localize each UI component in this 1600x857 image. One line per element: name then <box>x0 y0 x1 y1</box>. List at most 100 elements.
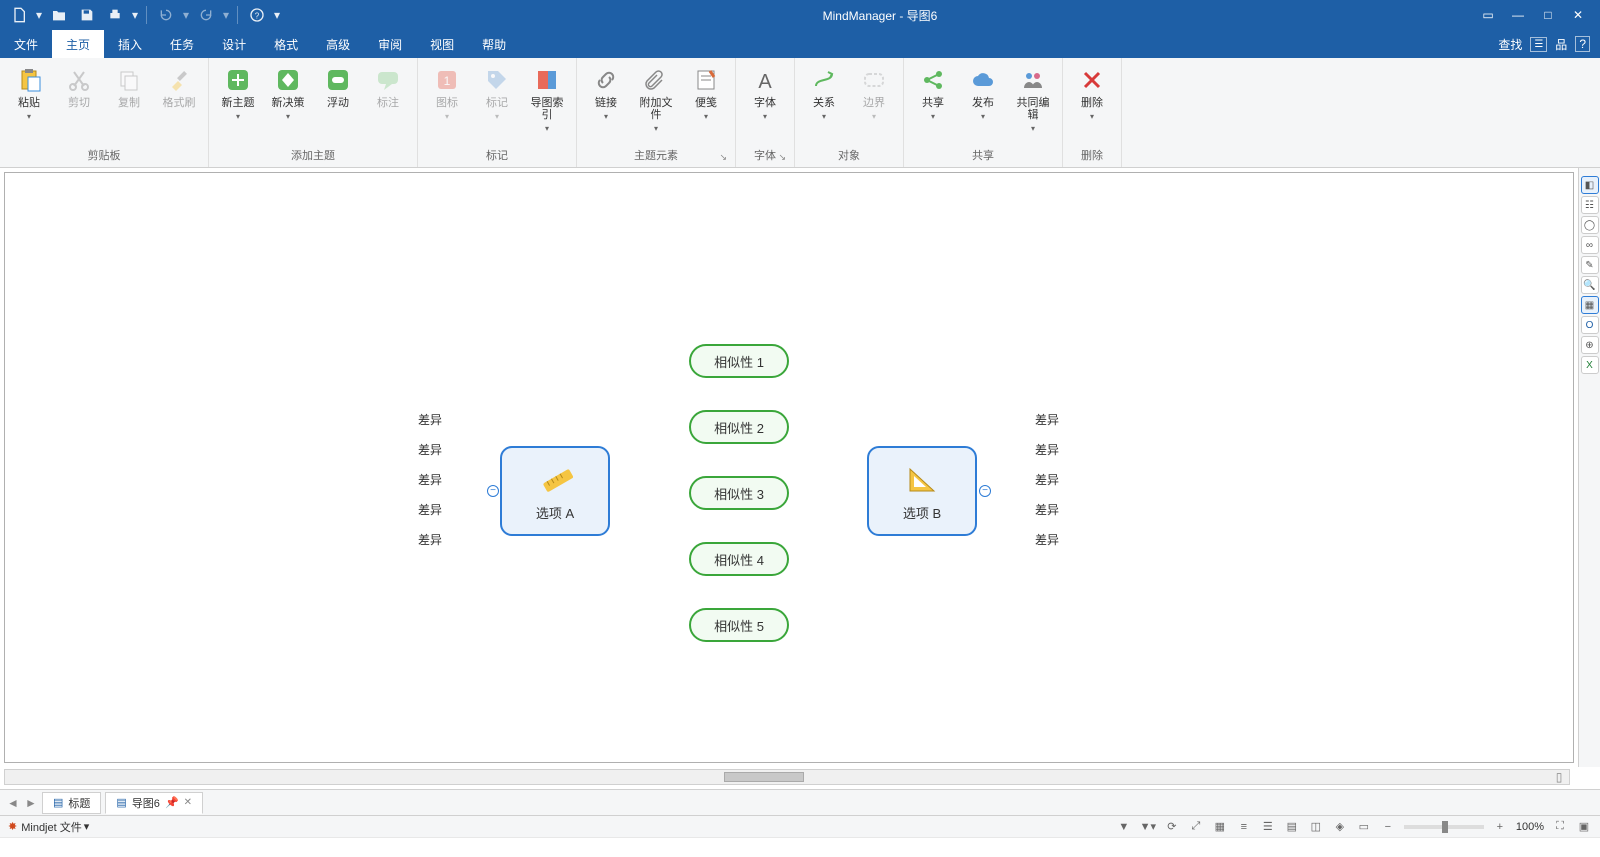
view-presentation-icon[interactable]: ▭ <box>1356 819 1372 835</box>
canvas[interactable]: 选项 A − 选项 B − 相似性 1 相似性 2 相似性 3 相似性 4 相似… <box>4 172 1574 763</box>
tab-nav-prev[interactable]: ◄ <box>6 796 20 810</box>
filter2-icon[interactable]: ▼▾ <box>1140 819 1156 835</box>
panel-icon-search[interactable]: 🔍 <box>1581 276 1599 294</box>
print-button[interactable] <box>102 3 128 27</box>
filter-icon[interactable]: ▼ <box>1116 819 1132 835</box>
ribbon-min-icon[interactable]: ▭ <box>1478 8 1498 22</box>
menu-tab-帮助[interactable]: 帮助 <box>468 30 520 58</box>
panel-icon-calendar[interactable]: ☷ <box>1581 196 1599 214</box>
help-qat-button[interactable]: ? <box>244 3 270 27</box>
menu-tab-视图[interactable]: 视图 <box>416 30 468 58</box>
doc-tab[interactable]: ▤ 导图6 📌 ✕ <box>105 792 203 814</box>
node-similarity[interactable]: 相似性 3 <box>689 476 789 510</box>
hscroll-split-icon[interactable]: ▯ <box>1551 770 1567 784</box>
menu-tab-高级[interactable]: 高级 <box>312 30 364 58</box>
sitemap-icon[interactable]: 品 <box>1555 36 1567 53</box>
node-option-a[interactable]: 选项 A <box>500 446 610 536</box>
redo-button[interactable] <box>193 3 219 27</box>
panel-icon-comments[interactable]: ✎ <box>1581 256 1599 274</box>
node-diff[interactable]: 差异 <box>405 529 455 549</box>
ribbon-btn-链接[interactable]: 链接▾ <box>583 62 629 125</box>
node-similarity[interactable]: 相似性 5 <box>689 608 789 642</box>
menu-tab-审阅[interactable]: 审阅 <box>364 30 416 58</box>
ribbon-btn-导图索引[interactable]: 导图索引▾ <box>524 62 570 137</box>
panel-icon-share[interactable]: ∞ <box>1581 236 1599 254</box>
node-similarity[interactable]: 相似性 1 <box>689 344 789 378</box>
collapse-toggle-a[interactable]: − <box>487 485 499 497</box>
search-link[interactable]: 查找 <box>1498 36 1522 53</box>
qat-dropdown[interactable]: ▾ <box>34 3 44 27</box>
dialog-launcher-icon[interactable]: ↘ <box>719 152 727 163</box>
menu-tab-文件[interactable]: 文件 <box>0 30 52 58</box>
node-diff[interactable]: 差异 <box>1022 409 1072 429</box>
refresh-icon[interactable]: ⟳ <box>1164 819 1180 835</box>
ribbon-btn-字体[interactable]: A字体▾ <box>742 62 788 125</box>
new-doc-button[interactable] <box>6 3 32 27</box>
minimize-icon[interactable]: — <box>1508 8 1528 22</box>
node-similarity[interactable]: 相似性 2 <box>689 410 789 444</box>
view-schedule-icon[interactable]: ▤ <box>1284 819 1300 835</box>
fullscreen-icon[interactable]: ▣ <box>1576 819 1592 835</box>
ribbon-btn-粘贴[interactable]: 粘贴▾ <box>6 62 52 125</box>
close-tab-icon[interactable]: ✕ <box>184 797 192 808</box>
panel-toggle-icon[interactable]: ☰ <box>1530 37 1547 52</box>
ribbon-btn-发布[interactable]: 发布▾ <box>960 62 1006 125</box>
view-gantt-icon[interactable]: ☰ <box>1260 819 1276 835</box>
dialog-launcher-icon[interactable]: ↘ <box>778 152 786 163</box>
node-similarity[interactable]: 相似性 4 <box>689 542 789 576</box>
fit-icon[interactable]: ⛶ <box>1552 819 1568 835</box>
zoom-level[interactable]: 100% <box>1516 821 1544 833</box>
view-icon-icon[interactable]: ◫ <box>1308 819 1324 835</box>
maximize-icon[interactable]: □ <box>1538 8 1558 22</box>
menu-tab-格式[interactable]: 格式 <box>260 30 312 58</box>
horizontal-scrollbar[interactable]: ▯ <box>4 769 1570 785</box>
menu-tab-主页[interactable]: 主页 <box>52 30 104 58</box>
scroll-thumb[interactable] <box>724 772 804 782</box>
node-diff[interactable]: 差异 <box>1022 469 1072 489</box>
node-diff[interactable]: 差异 <box>1022 439 1072 459</box>
expand-icon[interactable]: ⤢ <box>1188 819 1204 835</box>
ribbon-btn-关系[interactable]: 关系▾ <box>801 62 847 125</box>
help-icon[interactable]: ? <box>1575 36 1590 52</box>
ribbon-btn-便笺[interactable]: 便笺▾ <box>683 62 729 125</box>
collapse-toggle-b[interactable]: − <box>979 485 991 497</box>
panel-icon-user[interactable]: ◯ <box>1581 216 1599 234</box>
ribbon-btn-共同编辑[interactable]: 共同编辑▾ <box>1010 62 1056 137</box>
node-diff[interactable]: 差异 <box>405 409 455 429</box>
node-option-b[interactable]: 选项 B <box>867 446 977 536</box>
close-icon[interactable]: ✕ <box>1568 8 1588 22</box>
node-diff[interactable]: 差异 <box>1022 529 1072 549</box>
ribbon-btn-共享[interactable]: 共享▾ <box>910 62 956 125</box>
ribbon-btn-附加文件[interactable]: 附加文件▾ <box>633 62 679 137</box>
view-map-icon[interactable]: ▦ <box>1212 819 1228 835</box>
panel-icon-web[interactable]: ⊕ <box>1581 336 1599 354</box>
panel-icon-mymaps[interactable]: ◧ <box>1581 176 1599 194</box>
menu-tab-插入[interactable]: 插入 <box>104 30 156 58</box>
node-diff[interactable]: 差异 <box>1022 499 1072 519</box>
view-tag-icon[interactable]: ◈ <box>1332 819 1348 835</box>
undo-dropdown[interactable]: ▾ <box>181 3 191 27</box>
pin-icon[interactable]: 📌 <box>165 796 179 809</box>
zoom-out-icon[interactable]: − <box>1380 819 1396 835</box>
ribbon-btn-新决策[interactable]: 新决策▾ <box>265 62 311 125</box>
help-dropdown[interactable]: ▾ <box>272 3 282 27</box>
redo-dropdown[interactable]: ▾ <box>221 3 231 27</box>
doc-tab[interactable]: ▤ 标题 <box>42 792 101 814</box>
print-dropdown[interactable]: ▾ <box>130 3 140 27</box>
ribbon-btn-删除[interactable]: 删除▾ <box>1069 62 1115 125</box>
panel-icon-excel[interactable]: X <box>1581 356 1599 374</box>
zoom-in-icon[interactable]: + <box>1492 819 1508 835</box>
undo-button[interactable] <box>153 3 179 27</box>
open-button[interactable] <box>46 3 72 27</box>
save-button[interactable] <box>74 3 100 27</box>
node-diff[interactable]: 差异 <box>405 469 455 489</box>
status-file-label[interactable]: Mindjet 文件 <box>21 819 82 835</box>
tab-nav-next[interactable]: ► <box>24 796 38 810</box>
node-diff[interactable]: 差异 <box>405 439 455 459</box>
ribbon-btn-浮动[interactable]: 浮动 <box>315 62 361 113</box>
zoom-slider[interactable] <box>1404 825 1484 829</box>
panel-icon-outlook[interactable]: O <box>1581 316 1599 334</box>
menu-tab-任务[interactable]: 任务 <box>156 30 208 58</box>
view-outline-icon[interactable]: ≡ <box>1236 819 1252 835</box>
menu-tab-设计[interactable]: 设计 <box>208 30 260 58</box>
